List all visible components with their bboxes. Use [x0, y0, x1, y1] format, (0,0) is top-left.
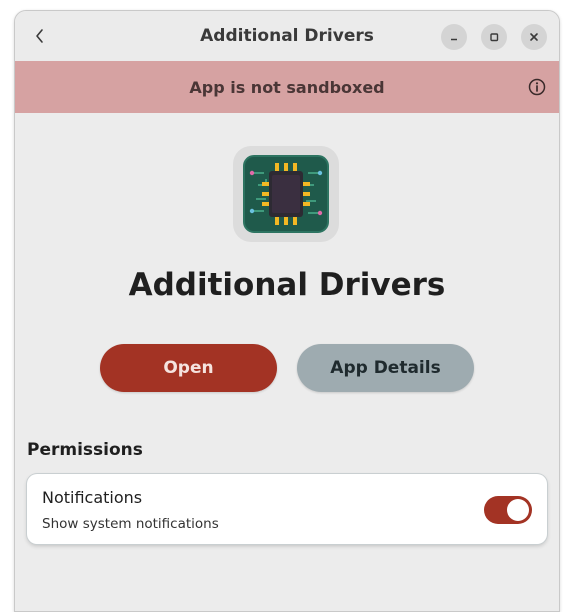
banner-text: App is not sandboxed: [189, 77, 385, 97]
minimize-icon: [451, 38, 457, 41]
info-icon[interactable]: [527, 77, 547, 97]
notifications-toggle[interactable]: [484, 496, 532, 524]
permission-row-notifications: Notifications Show system notifications: [27, 474, 547, 544]
close-icon: [530, 33, 538, 41]
maximize-button[interactable]: [481, 24, 507, 50]
window-controls: [441, 24, 547, 50]
permission-subtitle: Show system notifications: [42, 516, 219, 532]
minimize-button[interactable]: [441, 24, 467, 50]
sandbox-warning-banner: App is not sandboxed: [15, 61, 559, 113]
back-button[interactable]: [27, 23, 51, 49]
app-icon: [233, 146, 339, 242]
permissions-heading: Permissions: [27, 440, 143, 460]
permission-title: Notifications: [42, 488, 143, 507]
close-button[interactable]: [521, 24, 547, 50]
toggle-knob: [507, 499, 529, 521]
titlebar: Additional Drivers: [15, 11, 559, 61]
app-details-button[interactable]: App Details: [297, 344, 474, 392]
chip-icon: [243, 155, 329, 233]
app-window: Additional Drivers App is not sandboxed: [14, 10, 560, 612]
open-button[interactable]: Open: [100, 344, 277, 392]
app-name: Additional Drivers: [128, 267, 446, 303]
chevron-left-icon: [36, 29, 43, 43]
maximize-icon: [490, 33, 499, 42]
